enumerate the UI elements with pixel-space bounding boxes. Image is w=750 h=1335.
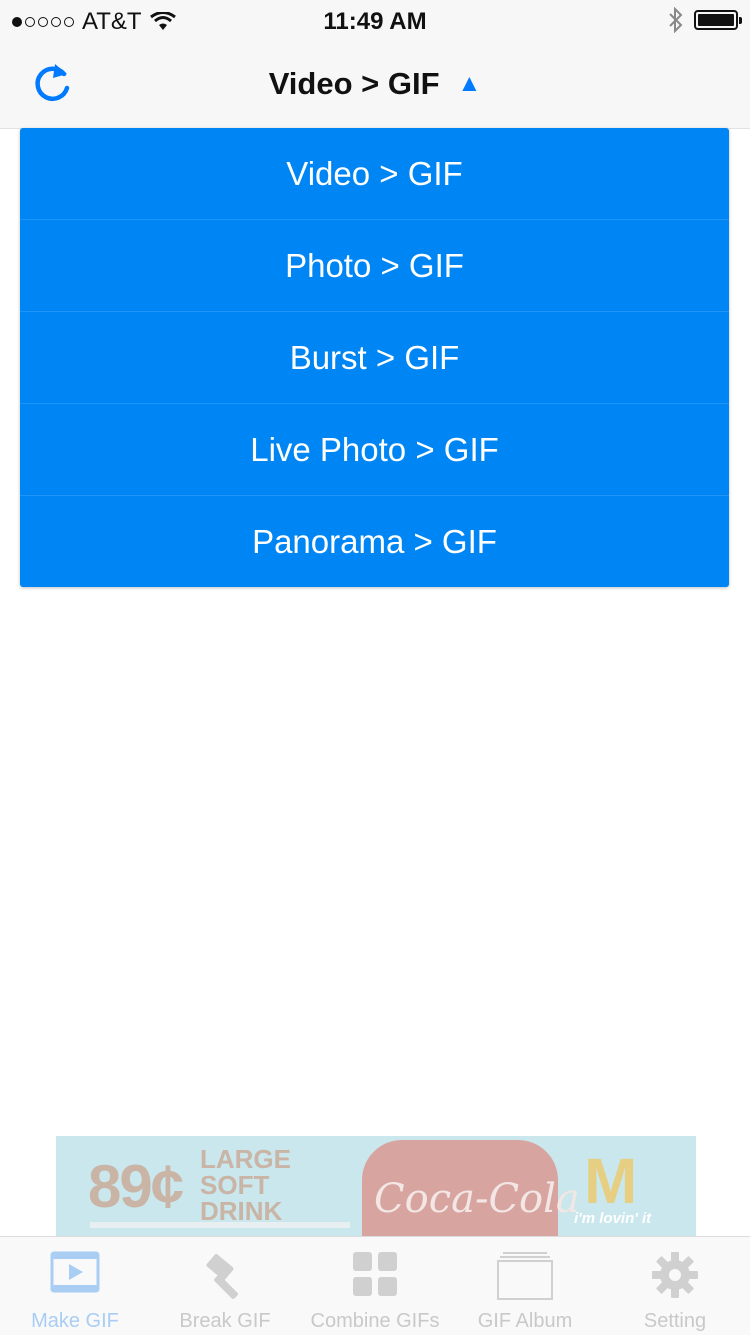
tab-label: GIF Album	[477, 1310, 573, 1332]
tab-label: Make GIF	[31, 1310, 119, 1332]
ad-line-3: DRINK	[200, 1196, 283, 1226]
ad-headline: LARGE SOFT DRINK	[200, 1146, 291, 1224]
menu-item-panorama-gif[interactable]: Panorama > GIF	[20, 496, 729, 587]
caret-up-icon: ▲	[457, 70, 482, 97]
bluetooth-icon	[669, 7, 683, 33]
ad-line-1: LARGE	[200, 1144, 291, 1174]
gear-icon	[652, 1252, 698, 1298]
navigation-bar: Video > GIF ▲	[0, 40, 750, 129]
album-icon	[497, 1252, 553, 1300]
ad-arches-logo: M	[584, 1145, 638, 1217]
page-title: Video > GIF	[268, 66, 440, 101]
ad-price: 89¢	[88, 1153, 184, 1220]
grid-icon	[353, 1252, 397, 1296]
hammer-icon	[206, 1253, 238, 1299]
ad-line-2: SOFT	[200, 1170, 270, 1200]
ad-fine-print	[90, 1222, 350, 1228]
ad-brand-logo: Coca‑Cola	[374, 1176, 580, 1222]
tab-label: Combine GIFs	[310, 1310, 440, 1332]
tab-bar: Make GIF Break GIF Combine GIFs GIF Albu…	[0, 1236, 750, 1335]
battery-icon	[694, 10, 742, 30]
status-right	[668, 7, 742, 33]
tab-combine-gifs[interactable]: Combine GIFs	[300, 1237, 450, 1335]
mode-selector[interactable]: Video > GIF ▲	[0, 66, 750, 102]
tab-break-gif[interactable]: Break GIF	[150, 1237, 300, 1335]
tab-label: Setting	[643, 1310, 707, 1332]
status-time: 11:49 AM	[323, 8, 427, 35]
menu-item-video-gif[interactable]: Video > GIF	[20, 128, 729, 220]
menu-item-burst-gif[interactable]: Burst > GIF	[20, 312, 729, 404]
tab-label: Break GIF	[179, 1310, 271, 1332]
play-video-icon	[50, 1251, 100, 1293]
tab-make-gif[interactable]: Make GIF	[0, 1237, 150, 1335]
tab-gif-album[interactable]: GIF Album	[450, 1237, 600, 1335]
status-bar: AT&T 11:49 AM	[0, 0, 750, 40]
tab-setting[interactable]: Setting	[600, 1237, 750, 1335]
ad-slogan: i'm lovin' it	[574, 1210, 652, 1227]
menu-item-live-photo-gif[interactable]: Live Photo > GIF	[20, 404, 729, 496]
ad-banner[interactable]: 89¢ LARGE SOFT DRINK Coca‑Cola M i'm lov…	[56, 1136, 696, 1236]
mode-dropdown-menu: Video > GIF Photo > GIF Burst > GIF Live…	[20, 128, 729, 587]
menu-item-photo-gif[interactable]: Photo > GIF	[20, 220, 729, 312]
